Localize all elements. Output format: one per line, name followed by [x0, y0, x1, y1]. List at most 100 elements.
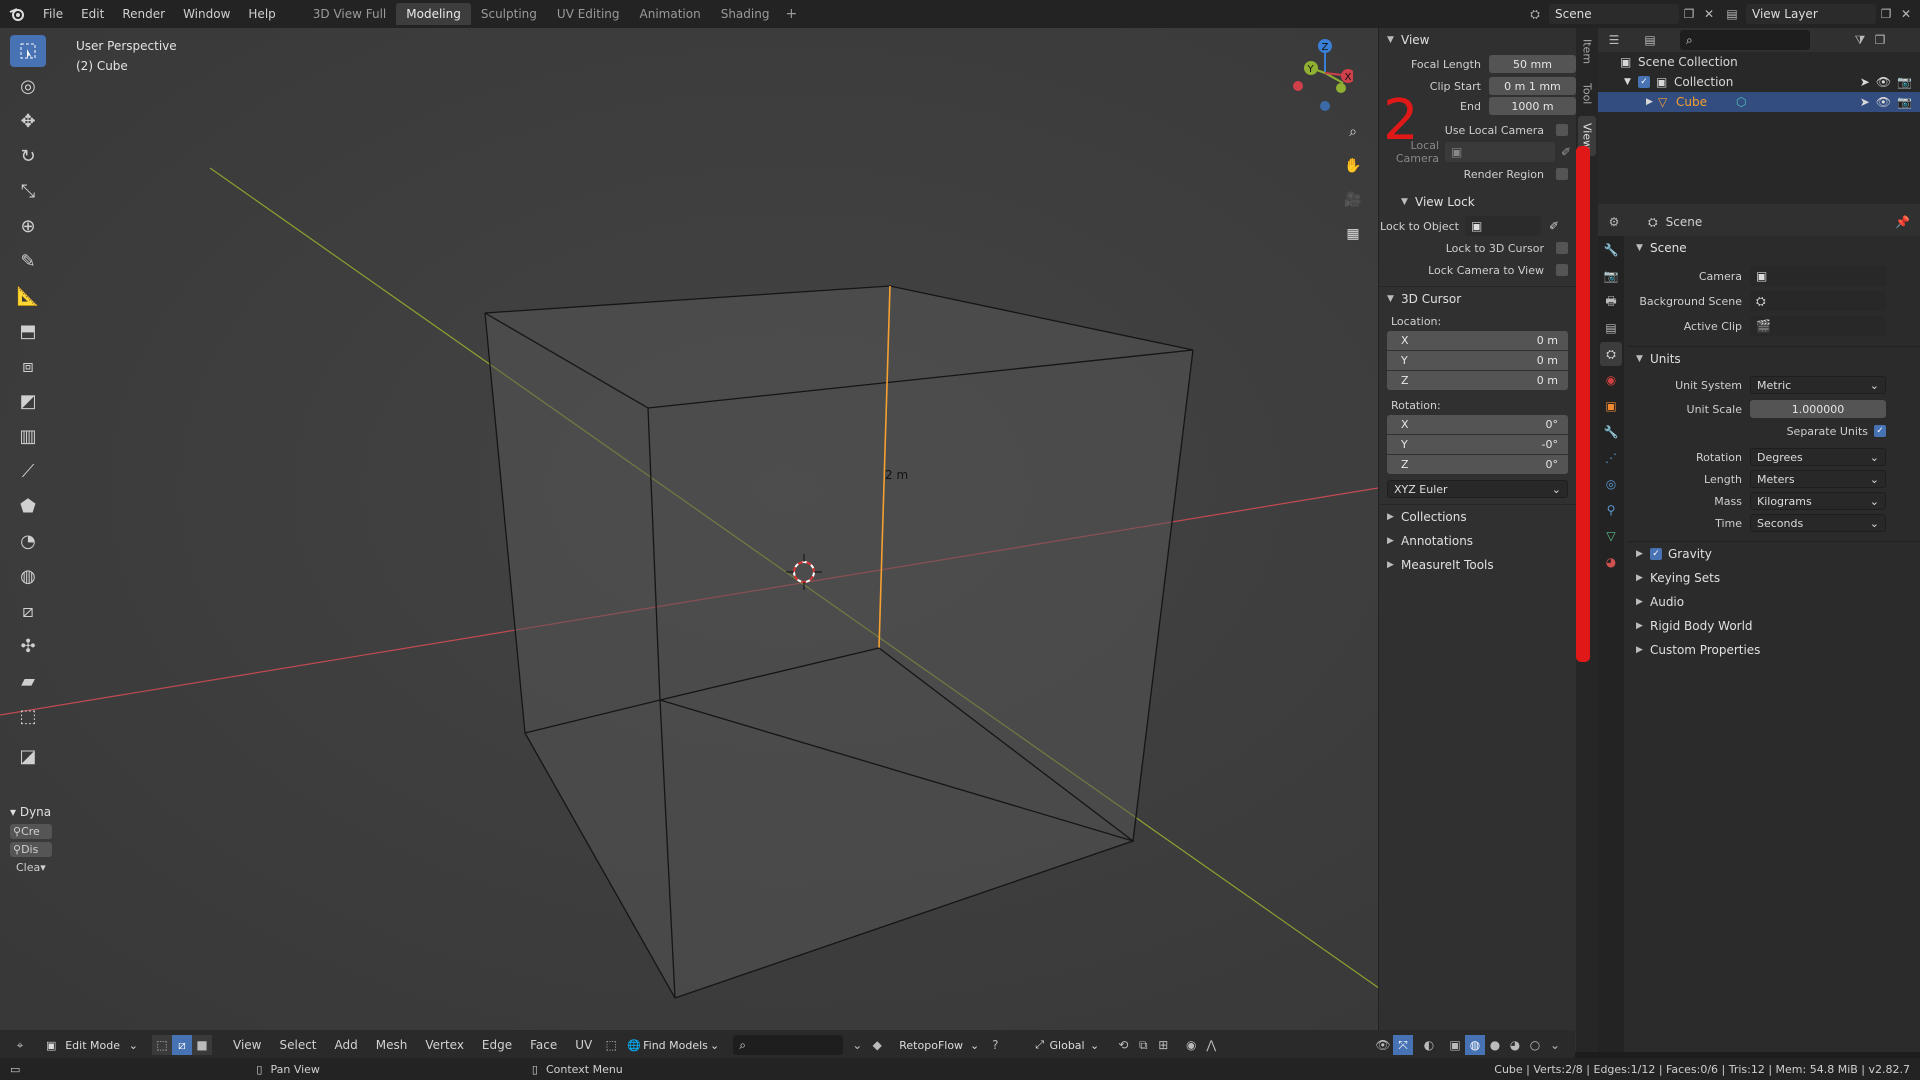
visibility-eye-icon[interactable]: 👁	[1876, 75, 1891, 89]
render-tab-icon[interactable]: 📷	[1600, 264, 1622, 288]
gizmo-toggle-icon[interactable]: ⤧	[1393, 1035, 1413, 1055]
selectable-icon[interactable]: ➤	[1860, 75, 1870, 89]
selectable-icon[interactable]: ➤	[1860, 95, 1870, 109]
constraints-tab-icon[interactable]: ⚲	[1600, 498, 1622, 522]
outliner-scene-collection[interactable]: ▣ Scene Collection	[1598, 52, 1920, 72]
collection-checkbox[interactable]: ✓	[1638, 76, 1650, 88]
gravity-checkbox[interactable]: ✓	[1650, 548, 1662, 560]
mode-dropdown[interactable]: ▣ Edit Mode ⌄	[40, 1036, 144, 1054]
editor-type-icon[interactable]: ⚙	[1604, 212, 1624, 232]
tab-shading[interactable]: Shading	[711, 3, 780, 25]
header-menu-add[interactable]: Add	[326, 1038, 367, 1052]
3d-cursor-header[interactable]: ▼ 3D Cursor	[1379, 287, 1576, 311]
measure-tool[interactable]: 📐	[10, 280, 46, 312]
add-workspace-icon[interactable]: +	[779, 6, 803, 22]
proportional-edit-icon[interactable]: ◉	[1181, 1035, 1201, 1055]
new-collection-icon[interactable]: ❐	[1870, 30, 1890, 50]
header-menu-vertex[interactable]: Vertex	[416, 1038, 473, 1052]
tab-3d-view-full[interactable]: 3D View Full	[303, 3, 397, 25]
snap-icon[interactable]: ⧉	[1133, 1035, 1153, 1055]
header-menu-select[interactable]: Select	[270, 1038, 325, 1052]
edge-slide-tool[interactable]: ⧄	[10, 595, 46, 627]
dyna-dissolve-button[interactable]: ⚲Dis	[10, 842, 52, 857]
tab-tool[interactable]: Tool	[1578, 74, 1596, 114]
background-scene-field[interactable]: ⛭	[1750, 291, 1886, 311]
help-icon[interactable]: ?	[985, 1035, 1005, 1055]
falloff-icon[interactable]: ⋀	[1201, 1035, 1221, 1055]
snap-target-icon[interactable]: ⊞	[1153, 1035, 1173, 1055]
header-menu-edge[interactable]: Edge	[473, 1038, 521, 1052]
output-tab-icon[interactable]: 🖶	[1600, 290, 1622, 314]
view-layer-field[interactable]: View Layer	[1746, 4, 1876, 24]
unit-system-dropdown[interactable]: Metric ⌄	[1750, 376, 1886, 394]
mesh-data-icon[interactable]: ⬡	[1736, 95, 1860, 109]
collapse-icon[interactable]: ▼	[1624, 77, 1638, 87]
rotate-tool[interactable]: ↻	[10, 140, 46, 172]
length-units-dropdown[interactable]: Meters ⌄	[1750, 470, 1886, 488]
solid-shading-icon[interactable]: ●	[1485, 1035, 1505, 1055]
ortho-grid-icon[interactable]: ▦	[1339, 220, 1367, 248]
annotate-tool[interactable]: ✎	[10, 245, 46, 277]
header-menu-mesh[interactable]: Mesh	[367, 1038, 417, 1052]
extrude-tool[interactable]: ⬒	[10, 315, 46, 347]
new-scene-icon[interactable]: ❐	[1679, 4, 1699, 24]
unit-scale-field[interactable]: 1.000000	[1750, 400, 1886, 418]
tab-sculpting[interactable]: Sculpting	[471, 3, 547, 25]
tool-tab-icon[interactable]: 🔧	[1600, 238, 1622, 262]
render-camera-icon[interactable]: 📷	[1897, 75, 1912, 89]
dyna-header[interactable]: ▾ Dyna	[6, 803, 56, 821]
lock-camera-checkbox[interactable]	[1556, 264, 1568, 276]
cursor-rotation-y[interactable]: Y -0°	[1387, 435, 1568, 454]
move-tool[interactable]: ✥	[10, 105, 46, 137]
physics-tab-icon[interactable]: ◎	[1600, 472, 1622, 496]
active-clip-field[interactable]: 🎬	[1750, 316, 1886, 336]
outliner-search-input[interactable]: ⌕	[1680, 30, 1810, 50]
pivot-point-icon[interactable]: ⟲	[1113, 1035, 1133, 1055]
knife-tool[interactable]: ⟋	[10, 455, 46, 487]
smooth-tool[interactable]: ◍	[10, 560, 46, 592]
modifier-tab-icon[interactable]: 🔧	[1600, 420, 1622, 444]
overlay-icon[interactable]: ◐	[1419, 1035, 1439, 1055]
world-tab-icon[interactable]: ◉	[1600, 368, 1622, 392]
visibility-icon[interactable]: 👁	[1373, 1035, 1393, 1055]
3d-viewport[interactable]: 2 m User Perspective (2) Cube ◎ ✥ ↻ ⤡ ⊕ …	[0, 28, 1575, 1052]
use-local-camera-checkbox[interactable]	[1556, 124, 1568, 136]
delete-scene-icon[interactable]: ✕	[1699, 4, 1719, 24]
header-search-input[interactable]: ⌕	[733, 1035, 844, 1055]
blender-logo-icon[interactable]	[0, 0, 34, 28]
eyedropper-icon[interactable]: ✐	[1549, 219, 1559, 233]
keying-sets-header[interactable]: ▶ Keying Sets	[1628, 566, 1920, 590]
scene-icon[interactable]: ⛭	[1525, 4, 1545, 24]
separate-units-checkbox[interactable]: ✓	[1874, 425, 1886, 437]
local-camera-field[interactable]: ▣	[1445, 142, 1555, 162]
scene-panel-header[interactable]: ▼ Scene	[1628, 236, 1920, 260]
dropdown-icon[interactable]: ⌄	[847, 1035, 867, 1055]
poly-build-tool[interactable]: ⬟	[10, 490, 46, 522]
spin-tool[interactable]: ◔	[10, 525, 46, 557]
cursor-rotation-z[interactable]: Z 0°	[1387, 455, 1568, 474]
pan-hand-icon[interactable]: ✋	[1339, 152, 1367, 180]
tab-animation[interactable]: Animation	[630, 3, 711, 25]
header-menu-uv[interactable]: UV	[566, 1038, 601, 1052]
zoom-icon[interactable]: ⌕	[1339, 118, 1367, 146]
shading-options-icon[interactable]: ⌄	[1545, 1035, 1565, 1055]
rotation-units-dropdown[interactable]: Degrees ⌄	[1750, 448, 1886, 466]
focal-length-field[interactable]: 50 mm	[1488, 55, 1576, 73]
visibility-eye-icon[interactable]: 👁	[1876, 95, 1891, 109]
annotations-header[interactable]: ▶ Annotations	[1379, 529, 1576, 553]
scene-tab-icon[interactable]: ⛭	[1600, 342, 1622, 366]
object-tab-icon[interactable]: ▣	[1600, 394, 1622, 418]
new-view-layer-icon[interactable]: ❐	[1876, 4, 1896, 24]
expand-icon[interactable]: ▶	[1646, 97, 1658, 107]
delete-view-layer-icon[interactable]: ✕	[1896, 4, 1916, 24]
scale-tool[interactable]: ⤡	[10, 175, 46, 207]
shear-tool[interactable]: ▰	[10, 665, 46, 697]
shrink-fatten-tool[interactable]: ✣	[10, 630, 46, 662]
transform-tool[interactable]: ⊕	[10, 210, 46, 242]
rigid-body-world-header[interactable]: ▶ Rigid Body World	[1628, 614, 1920, 638]
cursor-tool[interactable]: ◎	[10, 70, 46, 102]
dyna-clear-button[interactable]: Clea▾	[10, 860, 52, 875]
header-menu-face[interactable]: Face	[521, 1038, 566, 1052]
clip-end-field[interactable]: 1000 m	[1488, 97, 1576, 115]
camera-view-icon[interactable]: 🎥	[1339, 186, 1367, 214]
